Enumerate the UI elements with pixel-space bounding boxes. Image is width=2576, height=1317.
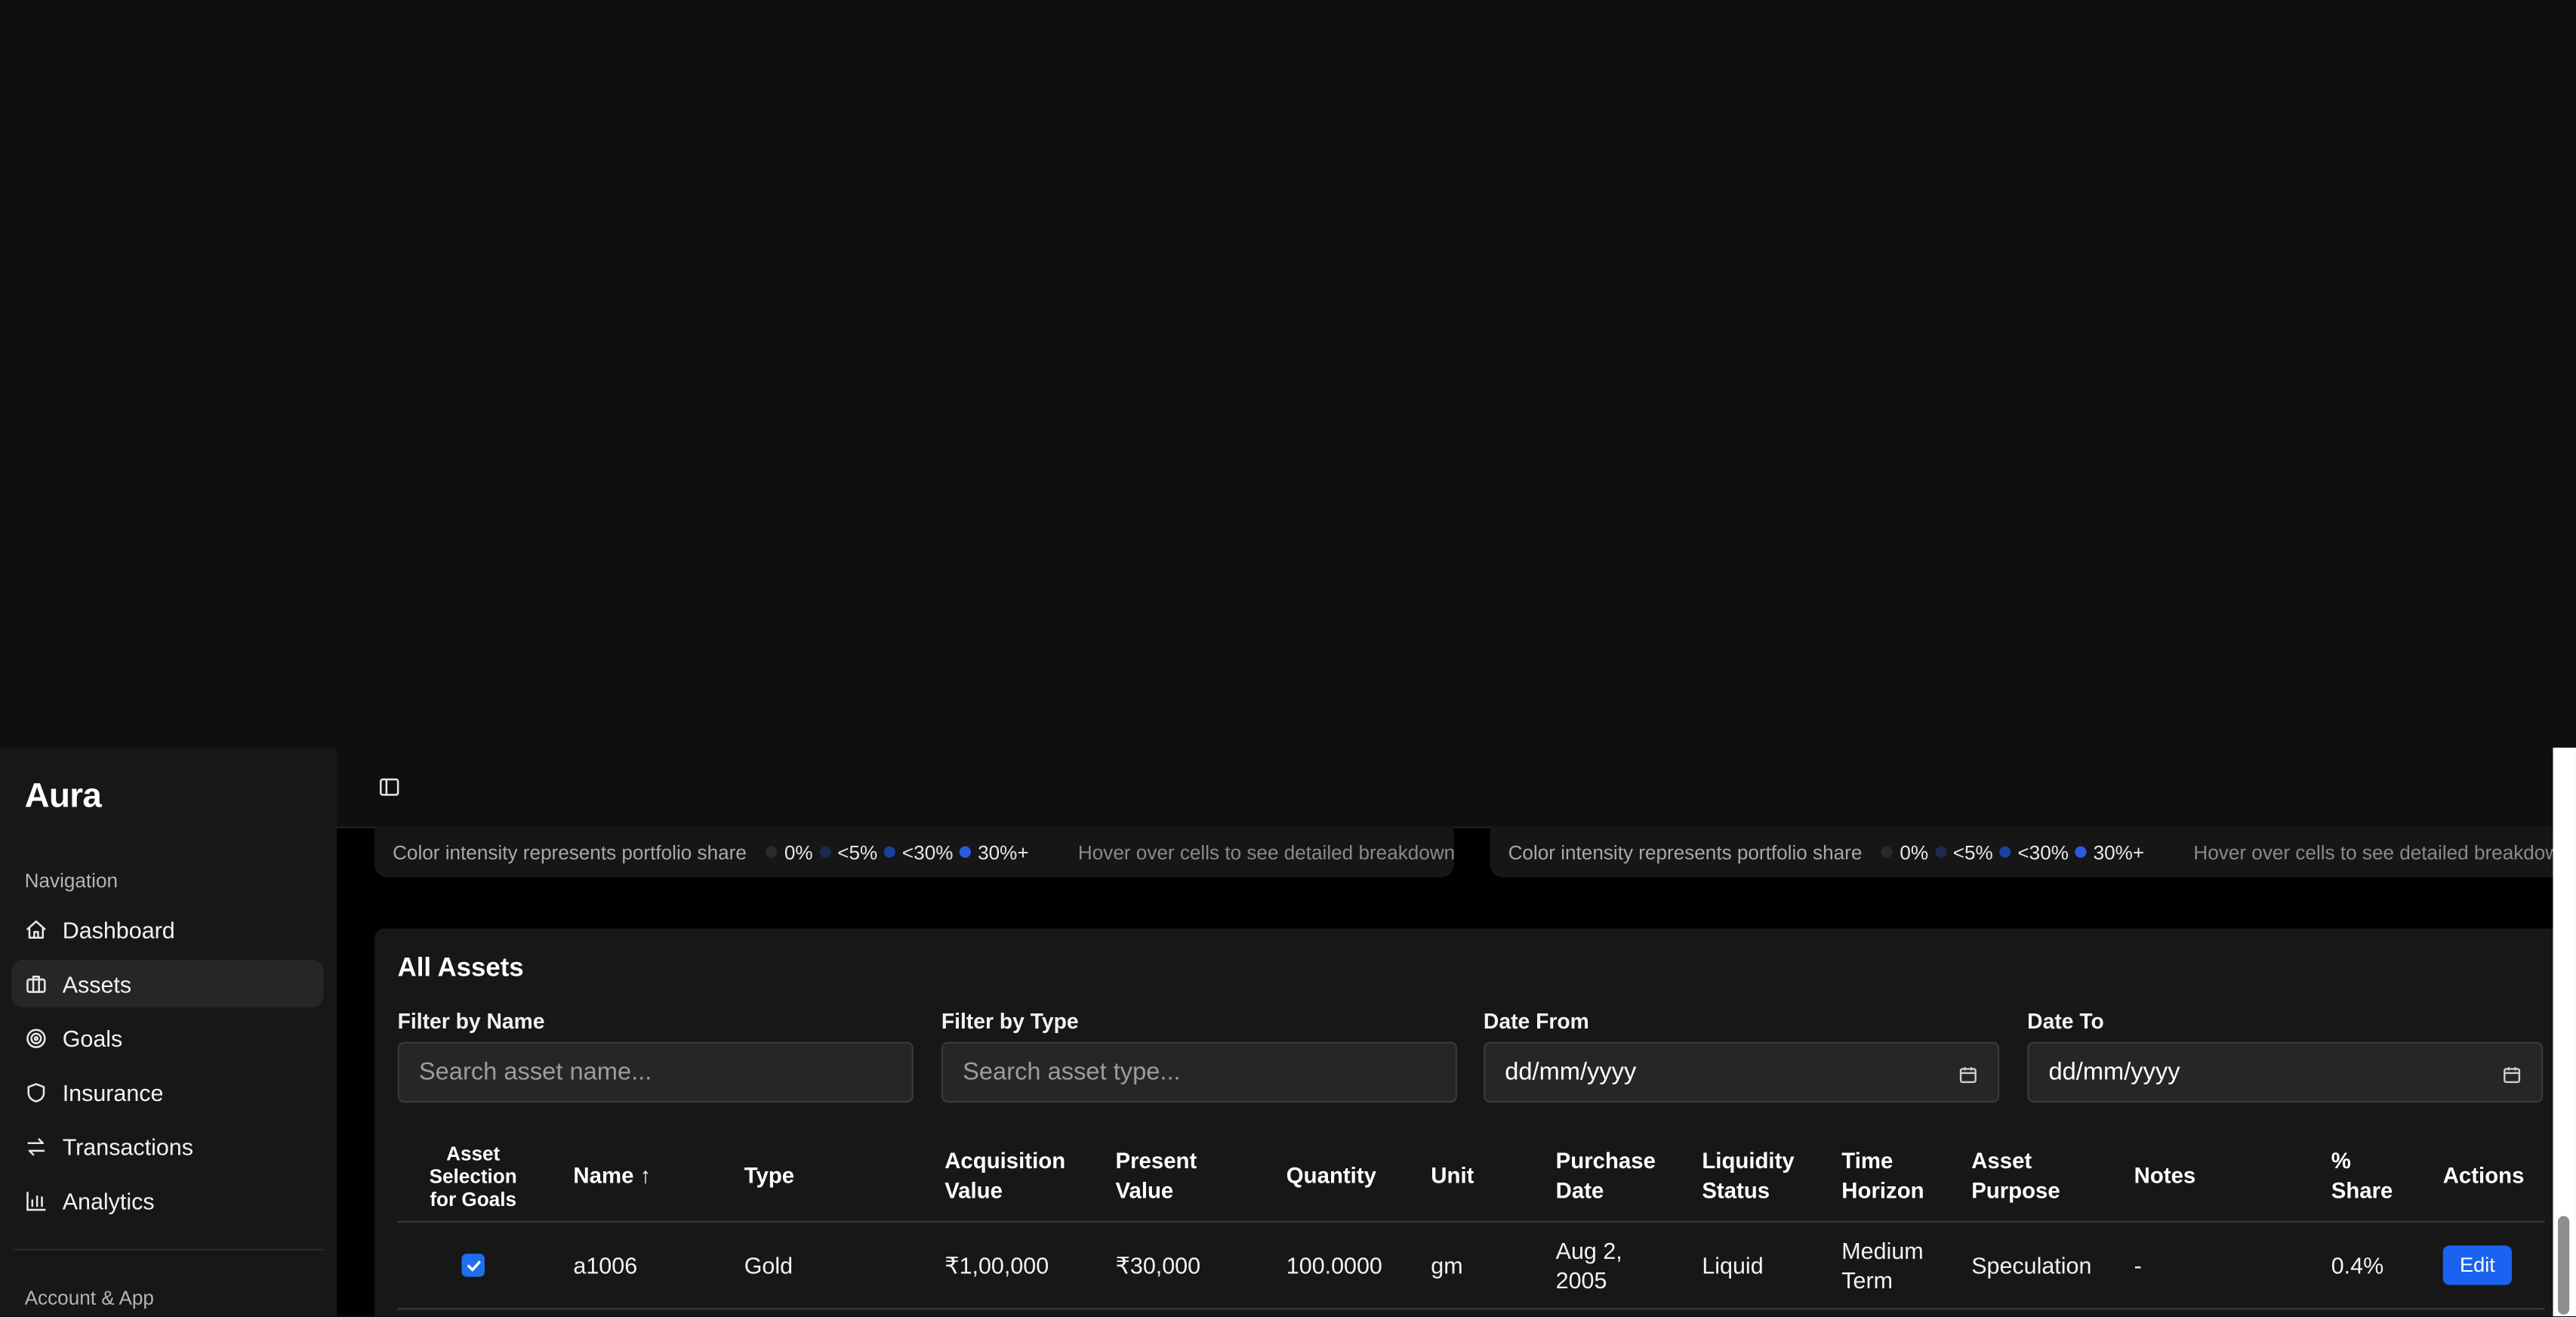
asset-selection-cell	[461, 1223, 485, 1308]
col-share[interactable]: % Share	[2331, 1132, 2405, 1221]
arrows-swap-icon	[25, 1135, 48, 1158]
legend-item: 30%+	[2075, 840, 2144, 863]
legend-item: 0%	[1881, 840, 1928, 863]
col-name[interactable]: Name ↑	[573, 1132, 721, 1221]
legend-dot	[766, 846, 778, 858]
table-row: a1006 Gold ₹1,00,000 ₹30,000 100.0000 gm…	[397, 1223, 2545, 1310]
cell-present-value: ₹30,000	[1115, 1252, 1201, 1278]
heatmap-legend: Color intensity represents portfolio sha…	[1490, 826, 2553, 877]
sidebar-item-label: Transactions	[62, 1133, 193, 1160]
filter-name-input[interactable]: Search asset name...	[397, 1041, 914, 1103]
col-actions: Actions	[2442, 1163, 2525, 1189]
legend-hover-hint: Hover over cells to see detailed breakdo…	[2193, 840, 2553, 864]
legend-lead-text: Color intensity represents portfolio sha…	[1508, 840, 1863, 864]
sidebar-divider	[13, 1248, 324, 1251]
main-content: Color intensity represents portfolio sha…	[337, 748, 2553, 1316]
calendar-icon[interactable]	[1958, 1063, 1978, 1083]
sidebar-item-label: Assets	[62, 970, 132, 997]
calendar-icon[interactable]	[2502, 1063, 2522, 1083]
date-to-input[interactable]: dd/mm/yyyy	[2027, 1041, 2544, 1103]
assets-table-header: Asset Selection for Goals Name ↑ Type Ac…	[397, 1132, 2545, 1223]
cell-notes: -	[2134, 1252, 2142, 1278]
col-asset-purpose[interactable]: Asset Purpose	[1971, 1132, 2086, 1221]
col-time-horizon[interactable]: Time Horizon	[1841, 1132, 1940, 1221]
edit-button[interactable]: Edit	[2442, 1245, 2513, 1285]
legend-dot	[960, 846, 972, 858]
legend-item: <30%	[883, 840, 953, 863]
cell-share: 0.4%	[2331, 1252, 2384, 1278]
sidebar-item-transactions[interactable]: Transactions	[11, 1122, 323, 1170]
col-quantity[interactable]: Quantity	[1286, 1132, 1418, 1221]
filter-type-input[interactable]: Search asset type...	[941, 1041, 1458, 1103]
app-brand: Aura	[24, 777, 102, 816]
legend-hover-hint: Hover over cells to see detailed breakdo…	[1077, 840, 1454, 864]
sidebar-item-label: Analytics	[62, 1187, 155, 1214]
col-purchase-date[interactable]: Purchase Date	[1556, 1132, 1671, 1221]
legend-item: 0%	[766, 840, 813, 863]
col-acquisition-value[interactable]: Acquisition Value	[944, 1132, 1092, 1221]
bar-chart-icon	[25, 1189, 48, 1211]
legend-dot	[1934, 846, 1947, 858]
col-present-value[interactable]: Present Value	[1116, 1132, 1247, 1221]
cell-type: Gold	[744, 1252, 793, 1278]
sidebar-item-assets[interactable]: Assets	[11, 959, 324, 1007]
col-liquidity-status[interactable]: Liquidity Status	[1702, 1132, 1816, 1221]
legend-lead-text: Color intensity represents portfolio sha…	[393, 840, 747, 864]
filter-name-label: Filter by Name	[397, 1009, 545, 1034]
col-unit[interactable]: Unit	[1431, 1132, 1530, 1221]
heatmap-legend: Color intensity represents portfolio sha…	[374, 826, 1454, 877]
target-icon	[25, 1026, 48, 1049]
col-asset-selection: Asset Selection for Goals	[429, 1142, 517, 1211]
account-app-section-label: Account & App	[24, 1286, 154, 1310]
navigation-section-label: Navigation	[24, 869, 119, 893]
all-assets-title: All Assets	[397, 955, 524, 983]
sidebar-item-label: Dashboard	[62, 916, 175, 942]
cell-acquisition-value: ₹1,00,000	[944, 1252, 1049, 1278]
sidebar-item-label: Goals	[62, 1024, 123, 1051]
filter-type-label: Filter by Type	[941, 1009, 1079, 1034]
scrollbar-thumb[interactable]	[2558, 1216, 2570, 1315]
col-notes[interactable]: Notes	[2134, 1132, 2233, 1221]
top-bar	[337, 748, 2553, 828]
legend-item: <30%	[1999, 840, 2069, 863]
col-type[interactable]: Type	[744, 1132, 892, 1221]
date-from-label: Date From	[1483, 1009, 1589, 1034]
legend-dot	[883, 846, 896, 858]
actions-cell: Edit	[2442, 1223, 2513, 1308]
legend-dot	[819, 846, 831, 858]
sidebar: Aura Navigation Dashboard Assets Goals I…	[0, 748, 339, 1316]
legend-item: <5%	[819, 840, 877, 863]
cell-quantity: 100.0000	[1286, 1252, 1382, 1278]
cell-purchase-date: Aug 2, 2005	[1555, 1237, 1622, 1294]
page-scrollbar[interactable]	[2553, 748, 2576, 1316]
home-icon	[25, 918, 48, 940]
cell-time-horizon: Medium Term	[1841, 1237, 1924, 1294]
cell-name: a1006	[573, 1252, 638, 1278]
sidebar-item-insurance[interactable]: Insurance	[11, 1068, 323, 1115]
all-assets-card: All Assets Filter by Name Search asset n…	[374, 928, 2553, 1316]
legend-dot	[1999, 846, 2011, 858]
legend-item: <5%	[1934, 840, 1993, 863]
sidebar-item-label: Insurance	[62, 1078, 164, 1106]
date-to-label: Date To	[2027, 1009, 2104, 1034]
cell-liquidity-status: Liquid	[1702, 1252, 1764, 1278]
date-from-input[interactable]: dd/mm/yyyy	[1483, 1041, 2000, 1103]
briefcase-icon	[25, 972, 48, 995]
sidebar-toggle-icon[interactable]	[377, 776, 400, 798]
legend-item: 30%+	[960, 840, 1029, 863]
blank-top-area	[0, 0, 2576, 748]
cell-asset-purpose: Speculation	[1971, 1252, 2092, 1278]
asset-select-checkbox[interactable]	[461, 1254, 485, 1277]
cell-unit: gm	[1431, 1252, 1463, 1278]
shield-icon	[25, 1081, 48, 1103]
sidebar-item-dashboard[interactable]: Dashboard	[11, 905, 323, 953]
legend-dot	[2075, 846, 2087, 858]
sidebar-item-analytics[interactable]: Analytics	[11, 1177, 323, 1224]
legend-dot	[1881, 846, 1893, 858]
sidebar-item-goals[interactable]: Goals	[11, 1014, 323, 1062]
